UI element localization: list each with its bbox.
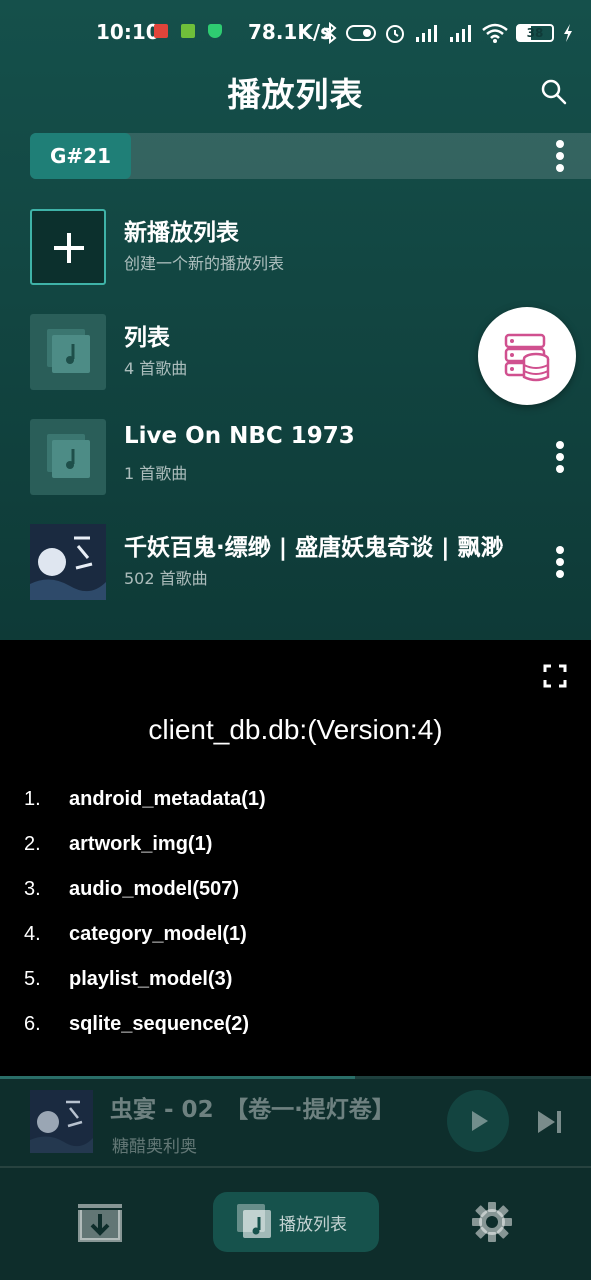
table-index: 6. — [24, 1013, 41, 1035]
now-playing-title: 虫宴 - 02 【卷一·提灯卷】 — [110, 1097, 395, 1123]
status-bar: 10:10 78.1K/s 38 — [0, 0, 591, 64]
play-button[interactable] — [447, 1090, 509, 1152]
more-options-icon[interactable] — [548, 439, 572, 475]
battery-level: 38 — [526, 26, 544, 40]
database-table-item[interactable]: 3. audio_model(507) — [0, 872, 591, 912]
page-title: 播放列表 — [227, 75, 364, 114]
playlist-subtitle: 1 首歌曲 — [124, 464, 188, 483]
playlist-cover-icon — [30, 314, 106, 390]
table-name: playlist_model(3) — [69, 968, 233, 990]
playlist-title: 列表 — [124, 325, 170, 351]
table-name: audio_model(507) — [69, 878, 240, 900]
database-icon — [504, 333, 550, 382]
charging-icon — [564, 24, 572, 42]
android-icon — [181, 24, 195, 38]
wifi-icon — [482, 23, 508, 43]
battery-icon: 38 — [516, 24, 554, 42]
now-playing-cover — [30, 1090, 93, 1153]
nav-playlists-label: 播放列表 — [279, 1215, 347, 1235]
expand-icon[interactable] — [543, 664, 567, 688]
database-table-item[interactable]: 1. android_metadata(1) — [0, 782, 591, 822]
table-name: artwork_img(1) — [69, 833, 213, 855]
playlist-subtitle: 4 首歌曲 — [124, 359, 188, 378]
skip-next-icon[interactable] — [535, 1107, 565, 1137]
database-table-item[interactable]: 5. playlist_model(3) — [0, 962, 591, 1002]
list-item-playlist[interactable]: 千妖百鬼·缥缈 | 盛唐妖鬼奇谈 | 飘渺 502 首歌曲 — [0, 517, 591, 607]
tab-bar: G#21 — [30, 133, 591, 179]
mini-player[interactable]: 虫宴 - 02 【卷一·提灯卷】 糖醋奥利奥 — [0, 1076, 591, 1168]
playlist-subtitle: 创建一个新的播放列表 — [124, 254, 285, 273]
bottom-navigation: 播放列表 — [0, 1168, 591, 1280]
table-index: 3. — [24, 878, 41, 900]
tab-g21[interactable]: G#21 — [30, 133, 131, 179]
notification-icon — [154, 24, 168, 38]
signal-roaming-icon — [450, 25, 471, 42]
playlist-title: 新播放列表 — [124, 220, 239, 246]
add-playlist-icon — [30, 209, 106, 285]
database-viewer-button[interactable] — [478, 307, 576, 405]
search-icon[interactable] — [540, 78, 568, 106]
table-name: android_metadata(1) — [69, 788, 266, 810]
table-index: 4. — [24, 923, 41, 945]
table-index: 5. — [24, 968, 41, 990]
playlist-subtitle: 502 首歌曲 — [124, 569, 208, 588]
more-options-icon[interactable] — [548, 544, 572, 580]
table-index: 1. — [24, 788, 41, 810]
database-title: client_db.db:(Version:4) — [148, 714, 443, 745]
playlist-title: 千妖百鬼·缥缈 | 盛唐妖鬼奇谈 | 飘渺 — [124, 535, 504, 561]
playlist-cover-icon — [30, 419, 106, 495]
list-item-playlist[interactable]: Live On NBC 1973 1 首歌曲 — [0, 412, 591, 502]
nav-playlists-tab[interactable]: 播放列表 — [213, 1192, 379, 1252]
play-icon — [472, 1111, 488, 1131]
nav-settings-gear-icon[interactable] — [470, 1200, 514, 1244]
status-time: 10:10 — [96, 20, 160, 44]
database-panel: client_db.db:(Version:4) 1. android_meta… — [0, 640, 591, 1076]
database-table-item[interactable]: 6. sqlite_sequence(2) — [0, 1007, 591, 1047]
playlist-title: Live On NBC 1973 — [124, 423, 355, 449]
toggle-icon — [346, 25, 376, 41]
album-cover — [30, 524, 106, 600]
shield-icon — [208, 24, 222, 38]
network-speed: 78.1K/s — [248, 20, 333, 44]
table-index: 2. — [24, 833, 41, 855]
now-playing-artist: 糖醋奥利奥 — [112, 1137, 197, 1157]
playback-progress[interactable] — [0, 1076, 591, 1079]
alarm-icon — [386, 25, 404, 43]
signal-icon — [416, 25, 437, 42]
tab-more-menu-icon[interactable] — [548, 138, 572, 174]
table-name: sqlite_sequence(2) — [69, 1013, 250, 1035]
table-name: category_model(1) — [69, 923, 247, 945]
bluetooth-icon — [323, 22, 337, 44]
database-table-item[interactable]: 2. artwork_img(1) — [0, 827, 591, 867]
database-table-item[interactable]: 4. category_model(1) — [0, 917, 591, 957]
list-item-new-playlist[interactable]: 新播放列表 创建一个新的播放列表 — [0, 202, 591, 292]
playback-progress-fill — [0, 1076, 355, 1079]
nav-downloads-icon[interactable] — [72, 1198, 128, 1246]
playlist-icon — [237, 1204, 271, 1238]
